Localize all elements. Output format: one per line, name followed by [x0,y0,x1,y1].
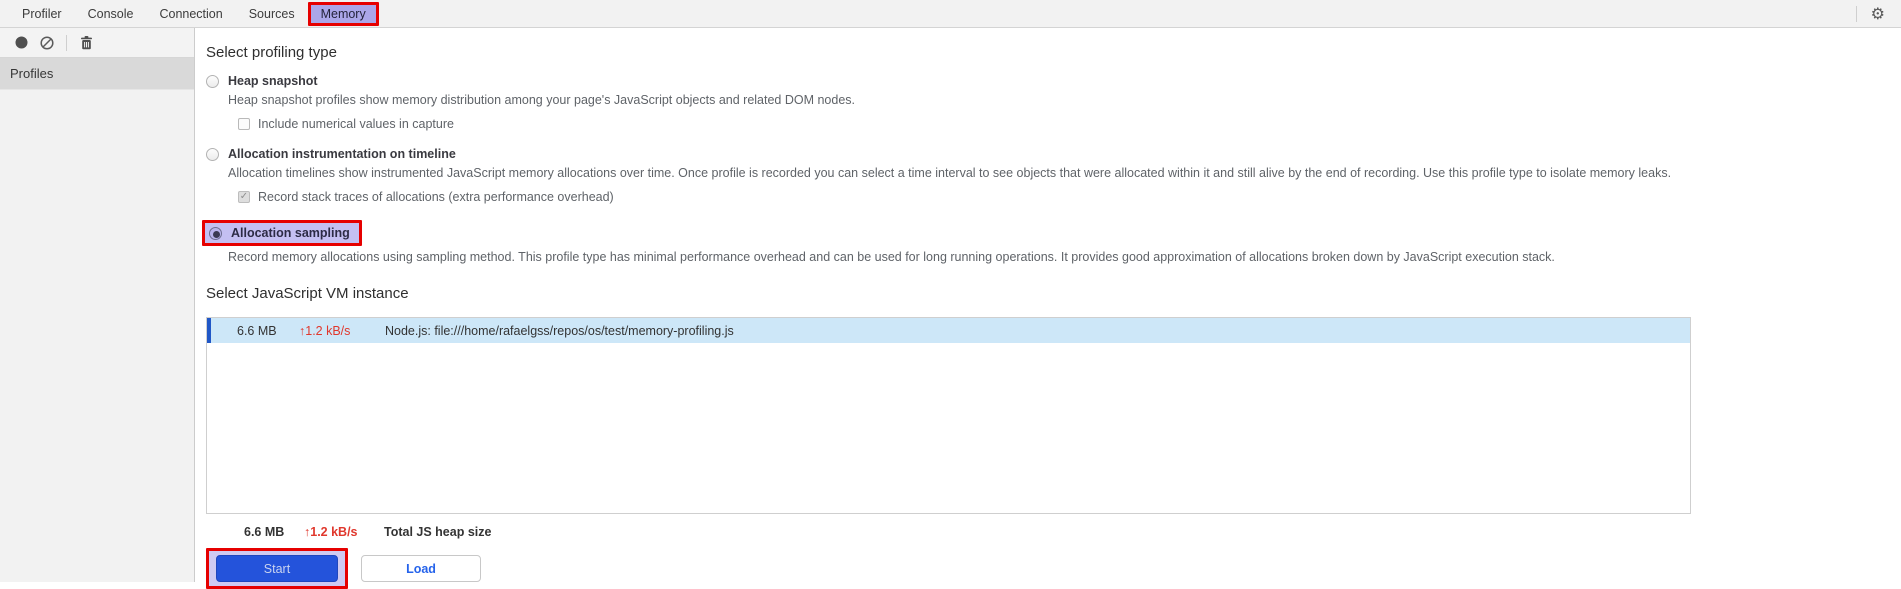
option-description: Record memory allocations using sampling… [228,250,1555,264]
radio-checked-icon[interactable] [209,226,222,240]
total-heap-size-value: 6.6 MB [244,525,285,539]
vm-instance-row[interactable]: 6.6 MB ↑1.2 kB/s Node.js: file:///home/r… [207,318,1690,343]
load-button[interactable]: Load [361,555,481,582]
radio-option-allocation-sampling[interactable]: Allocation sampling [202,220,362,246]
radio-option-allocation-timeline[interactable]: Allocation instrumentation on timeline [206,147,1901,161]
checkbox-label[interactable]: Include numerical values in capture [258,117,454,131]
block-icon [40,35,54,50]
tab-connection[interactable]: Connection [146,2,235,26]
vm-instance-name: Node.js: file:///home/rafaelgss/repos/os… [385,323,734,338]
memory-panel: Select profiling type Heap snapshot Heap… [196,28,1901,589]
rate-value: 1.2 kB/s [305,323,351,338]
vm-instance-list: 6.6 MB ↑1.2 kB/s Node.js: file:///home/r… [206,317,1691,514]
record-circle-icon [15,36,27,49]
toolbar-separator [1855,5,1857,22]
tab-profiler[interactable]: Profiler [9,2,75,26]
option-description: Allocation timelines show instrumented J… [228,166,1672,180]
toolbar-separator [66,34,67,51]
sidebar-item-profiles[interactable]: Profiles [0,58,194,90]
tab-console[interactable]: Console [75,2,147,26]
radio-unchecked-icon[interactable] [206,74,219,88]
total-heap-growth-rate: ↑1.2 kB/s [304,525,370,539]
checkbox-include-numerical-values[interactable]: Include numerical values in capture [238,117,1901,131]
total-heap-row: 6.6 MB ↑1.2 kB/s Total JS heap size [244,525,1901,539]
checkbox-record-stack-traces[interactable]: ✓ Record stack traces of allocations (ex… [238,190,1901,204]
start-button-annotation: Start [206,548,348,589]
tab-sources[interactable]: Sources [236,2,308,26]
heap-growth-rate: ↑1.2 kB/s [299,324,361,338]
radio-label[interactable]: Heap snapshot [228,74,318,88]
trash-icon [80,35,92,49]
checkbox-checked-icon[interactable]: ✓ [238,191,250,203]
record-button[interactable] [8,32,34,54]
heap-size-value: 6.6 MB [237,323,277,338]
radio-unchecked-icon[interactable] [206,147,219,161]
clear-all-button[interactable] [34,32,60,54]
radio-label[interactable]: Allocation sampling [231,226,350,240]
tab-memory[interactable]: Memory [307,1,379,26]
checkbox-label[interactable]: Record stack traces of allocations (extr… [258,190,614,204]
rate-value: 1.2 kB/s [310,525,358,539]
vm-instance-heading: Select JavaScript VM instance [206,285,409,302]
profiles-sidebar: Profiles [0,28,195,582]
total-heap-label: Total JS heap size [384,525,492,539]
radio-option-heap-snapshot[interactable]: Heap snapshot [206,74,1901,88]
tab-bar-right: ⚙ [1855,0,1901,27]
checkbox-unchecked-icon[interactable] [238,118,250,130]
profiling-type-heading: Select profiling type [206,44,337,61]
action-buttons: Start Load [206,548,1901,589]
radio-label[interactable]: Allocation instrumentation on timeline [228,147,456,161]
settings-gear-icon[interactable]: ⚙ [1871,5,1885,22]
option-description: Heap snapshot profiles show memory distr… [228,93,856,107]
delete-profile-button[interactable] [73,32,99,54]
devtools-tab-bar: Profiler Console Connection Sources Memo… [0,0,1901,28]
start-button[interactable]: Start [216,555,338,582]
profiles-toolbar [0,28,194,58]
